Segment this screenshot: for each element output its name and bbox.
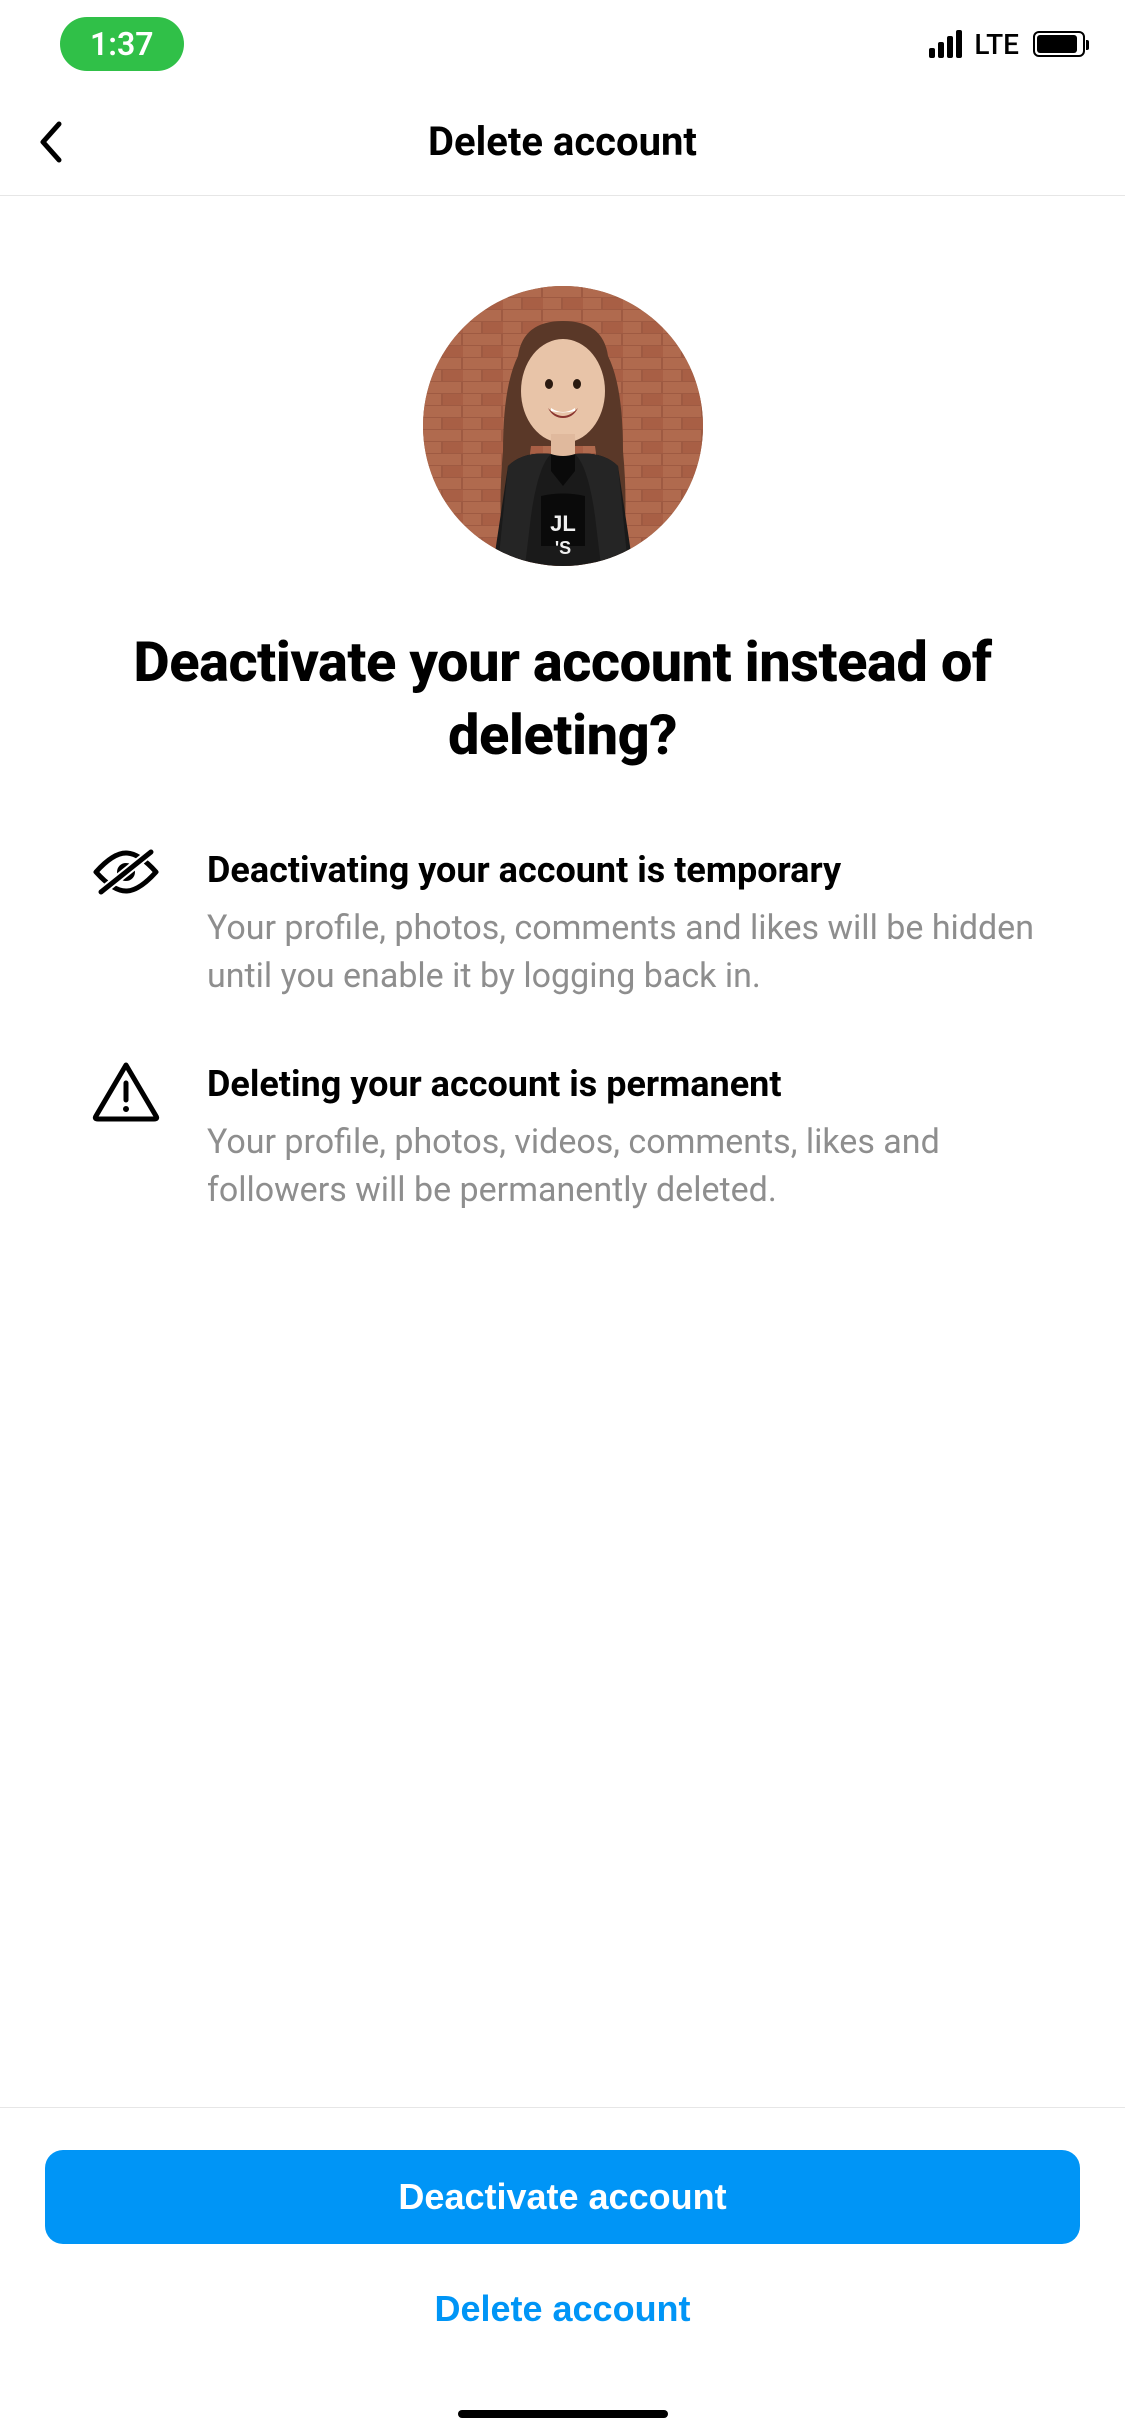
status-time: 1:37	[60, 17, 184, 71]
page-title: Delete account	[428, 118, 697, 165]
signal-icon	[929, 30, 962, 58]
delete-info-desc: Your profile, photos, videos, comments, …	[207, 1119, 1035, 1214]
bottom-actions: Deactivate account Delete account	[0, 2107, 1125, 2436]
headline: Deactivate your account instead of delet…	[90, 626, 1035, 772]
main-content: JL 'S Deactivate your account instead of…	[0, 196, 1125, 1215]
info-row-deactivate: Deactivating your account is temporary Y…	[90, 847, 1035, 1001]
home-indicator[interactable]	[458, 2410, 668, 2418]
status-bar: 1:37 LTE	[0, 0, 1125, 88]
avatar: JL 'S	[423, 286, 703, 566]
battery-icon	[1033, 31, 1085, 57]
back-button[interactable]	[20, 112, 80, 172]
status-indicators: LTE	[929, 28, 1085, 61]
avatar-wrapper: JL 'S	[90, 286, 1035, 566]
deactivate-button[interactable]: Deactivate account	[45, 2150, 1080, 2244]
network-label: LTE	[974, 28, 1019, 61]
chevron-left-icon	[37, 120, 63, 164]
deactivate-info-desc: Your profile, photos, comments and likes…	[207, 905, 1035, 1000]
eye-off-icon	[90, 847, 162, 919]
info-row-delete: Deleting your account is permanent Your …	[90, 1061, 1035, 1215]
warning-icon	[90, 1061, 162, 1133]
svg-text:'S: 'S	[554, 538, 570, 558]
nav-header: Delete account	[0, 88, 1125, 196]
deactivate-info-title: Deactivating your account is temporary	[207, 847, 1035, 894]
avatar-image: JL 'S	[423, 286, 703, 566]
svg-text:JL: JL	[550, 511, 576, 536]
delete-info-title: Deleting your account is permanent	[207, 1061, 1035, 1108]
delete-button[interactable]: Delete account	[45, 2262, 1080, 2356]
